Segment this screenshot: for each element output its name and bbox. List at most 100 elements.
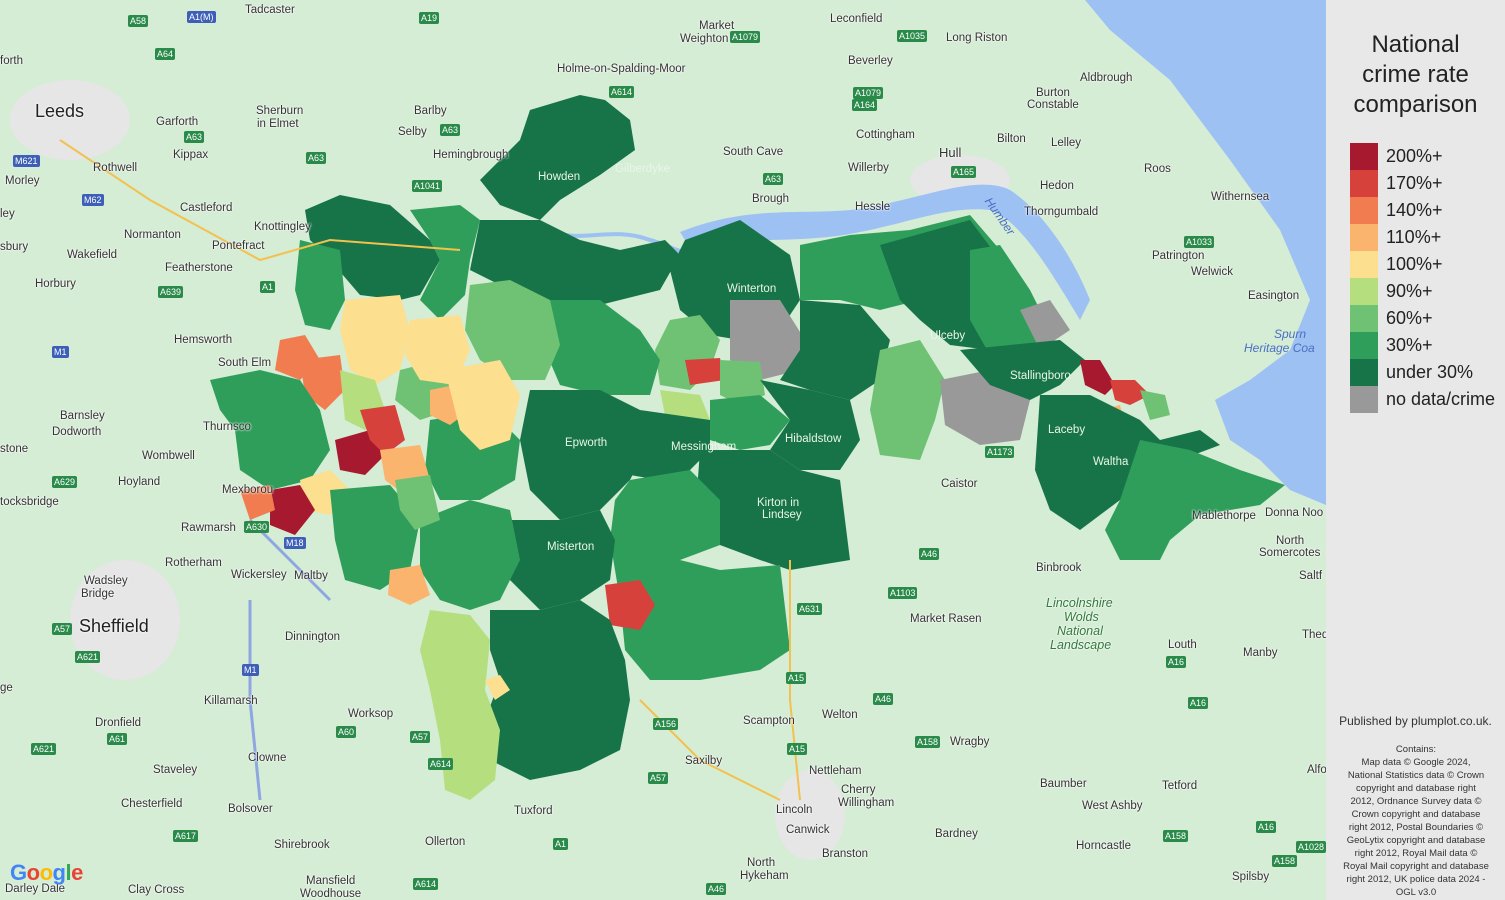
place-bardney[interactable]: Bardney: [935, 828, 978, 841]
place-waltham[interactable]: Waltha: [1093, 456, 1128, 469]
place-sheffield[interactable]: Sheffield: [79, 616, 149, 637]
place-tuxford[interactable]: Tuxford: [514, 805, 553, 818]
place-garforth[interactable]: Garforth: [156, 116, 198, 129]
place-rawmarsh[interactable]: Rawmarsh: [181, 522, 236, 535]
place-stallingborough[interactable]: Stallingboro: [1010, 370, 1071, 383]
place-market-weighton-2[interactable]: Weighton: [680, 33, 728, 46]
place-long-riston[interactable]: Long Riston: [946, 32, 1007, 45]
place-wadsley-2[interactable]: Bridge: [81, 588, 114, 601]
place-north-hykeham-2[interactable]: Hykeham: [740, 870, 789, 883]
place-hoyland[interactable]: Hoyland: [118, 476, 160, 489]
place-beverley[interactable]: Beverley: [848, 55, 893, 68]
place-wakefield[interactable]: Wakefield: [67, 249, 117, 262]
place-stocksbridge[interactable]: tocksbridge: [0, 496, 59, 509]
place-knottingley[interactable]: Knottingley: [254, 221, 311, 234]
place-gilberdyke[interactable]: Gilberdyke: [615, 163, 670, 176]
place-stone[interactable]: stone: [0, 443, 28, 456]
place-wragby[interactable]: Wragby: [950, 736, 989, 749]
place-dodworth[interactable]: Dodworth: [52, 426, 101, 439]
place-branston[interactable]: Branston: [822, 848, 868, 861]
place-west-ashby[interactable]: West Ashby: [1082, 800, 1143, 813]
place-bilton[interactable]: Bilton: [997, 133, 1026, 146]
place-dronfield[interactable]: Dronfield: [95, 717, 141, 730]
place-wickersley[interactable]: Wickersley: [231, 569, 287, 582]
place-ley[interactable]: ley: [0, 208, 15, 221]
place-aldbrough[interactable]: Aldbrough: [1080, 72, 1132, 85]
place-withernsea[interactable]: Withernsea: [1211, 191, 1269, 204]
place-rotherham[interactable]: Rotherham: [165, 557, 222, 570]
place-market-weighton-1[interactable]: Market: [699, 20, 734, 33]
place-kippax[interactable]: Kippax: [173, 149, 208, 162]
place-scampton[interactable]: Scampton: [743, 715, 795, 728]
place-clay-cross[interactable]: Clay Cross: [128, 884, 184, 897]
place-north-somercotes-1[interactable]: North: [1276, 535, 1304, 548]
place-hibaldstow[interactable]: Hibaldstow: [785, 433, 841, 446]
place-wadsley-1[interactable]: Wadsley: [84, 575, 128, 588]
place-killamarsh[interactable]: Killamarsh: [204, 695, 258, 708]
place-pontefract[interactable]: Pontefract: [212, 240, 264, 253]
place-messingham[interactable]: Messingham: [671, 441, 736, 454]
place-ollerton[interactable]: Ollerton: [425, 836, 465, 849]
place-north-hykeham-1[interactable]: North: [747, 857, 775, 870]
place-laceby[interactable]: Laceby: [1048, 424, 1085, 437]
place-shirebrook[interactable]: Shirebrook: [274, 839, 330, 852]
place-donna-nook[interactable]: Donna Noo: [1265, 507, 1323, 520]
place-sbury[interactable]: sbury: [0, 241, 28, 254]
place-easington[interactable]: Easington: [1248, 290, 1299, 303]
place-saxilby[interactable]: Saxilby: [685, 755, 722, 768]
place-tadcaster[interactable]: Tadcaster: [245, 4, 295, 17]
place-thorngumbald[interactable]: Thorngumbald: [1024, 206, 1098, 219]
place-staveley[interactable]: Staveley: [153, 764, 197, 777]
place-holme[interactable]: Holme-on-Spalding-Moor: [557, 63, 685, 76]
place-horncastle[interactable]: Horncastle: [1076, 840, 1131, 853]
place-market-rasen[interactable]: Market Rasen: [910, 613, 982, 626]
place-dinnington[interactable]: Dinnington: [285, 631, 340, 644]
place-hessle[interactable]: Hessle: [855, 201, 890, 214]
map-canvas[interactable]: Leeds Sheffield Tadcaster Garforth Kippa…: [0, 0, 1326, 900]
place-hull[interactable]: Hull: [939, 145, 961, 160]
place-barnsley[interactable]: Barnsley: [60, 410, 105, 423]
place-tetford[interactable]: Tetford: [1162, 780, 1197, 793]
place-mexborough[interactable]: Mexborou: [222, 484, 273, 497]
place-ulceby[interactable]: Ulceby: [930, 330, 965, 343]
place-featherstone[interactable]: Featherstone: [165, 262, 233, 275]
place-thurnscoe[interactable]: Thurnsco: [203, 421, 251, 434]
place-manby[interactable]: Manby: [1243, 647, 1278, 660]
place-canwick[interactable]: Canwick: [786, 824, 829, 837]
place-worksop[interactable]: Worksop: [348, 708, 393, 721]
place-winterton[interactable]: Winterton: [727, 283, 776, 296]
place-cherry-1[interactable]: Cherry: [841, 784, 876, 797]
place-south-elmsall[interactable]: South Elm: [218, 357, 271, 370]
place-south-cave[interactable]: South Cave: [723, 146, 783, 159]
place-patrington[interactable]: Patrington: [1152, 250, 1204, 263]
place-kirton-2[interactable]: Lindsey: [762, 509, 802, 522]
place-burton-2[interactable]: Constable: [1027, 99, 1079, 112]
place-brough[interactable]: Brough: [752, 193, 789, 206]
place-clowne[interactable]: Clowne: [248, 752, 286, 765]
place-caistor[interactable]: Caistor: [941, 478, 977, 491]
place-spilsby[interactable]: Spilsby: [1232, 871, 1269, 884]
place-forth[interactable]: forth: [0, 55, 23, 68]
place-ge[interactable]: ge: [0, 682, 13, 695]
place-misterton[interactable]: Misterton: [547, 541, 594, 554]
place-spurn-2[interactable]: Heritage Coa: [1244, 341, 1315, 355]
place-nettleham[interactable]: Nettleham: [809, 765, 861, 778]
place-hemsworth[interactable]: Hemsworth: [174, 334, 232, 347]
place-welton[interactable]: Welton: [822, 709, 858, 722]
place-cottingham[interactable]: Cottingham: [856, 129, 915, 142]
place-morley[interactable]: Morley: [5, 175, 40, 188]
place-rothwell[interactable]: Rothwell: [93, 162, 137, 175]
place-sherburn-1[interactable]: Sherburn: [256, 105, 303, 118]
place-hemingbrough[interactable]: Hemingbrough: [433, 149, 508, 162]
place-burton-1[interactable]: Burton: [1036, 87, 1070, 100]
place-maltby[interactable]: Maltby: [294, 570, 328, 583]
place-lincoln[interactable]: Lincoln: [776, 804, 812, 817]
place-baumber[interactable]: Baumber: [1040, 778, 1087, 791]
place-willerby[interactable]: Willerby: [848, 162, 889, 175]
place-kirton-1[interactable]: Kirton in: [757, 497, 799, 510]
place-barlby[interactable]: Barlby: [414, 105, 447, 118]
place-alford[interactable]: Alfo: [1307, 764, 1326, 777]
place-cherry-2[interactable]: Willingham: [838, 797, 894, 810]
place-binbrook[interactable]: Binbrook: [1036, 562, 1081, 575]
place-mansfield-1[interactable]: Mansfield: [306, 875, 355, 888]
